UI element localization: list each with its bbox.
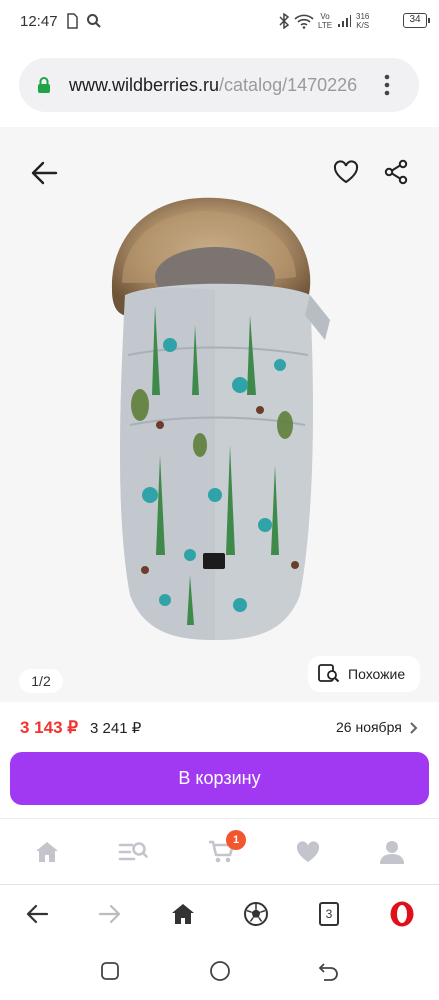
url-path: /catalog/1470226 — [219, 75, 358, 95]
tabs-count: 3 — [319, 902, 339, 926]
heart-icon — [296, 841, 320, 862]
nav-catalog[interactable] — [115, 835, 151, 869]
add-to-cart-button[interactable]: В корзину — [10, 752, 429, 805]
arrow-forward-icon — [98, 904, 121, 924]
nav-profile[interactable] — [374, 835, 410, 869]
sim-card-icon — [67, 13, 78, 29]
share-icon — [384, 159, 408, 185]
network-label-bottom: LTE — [318, 21, 333, 30]
speed-unit: K/S — [356, 21, 370, 30]
product-image[interactable] — [100, 195, 340, 645]
similar-label: Похожие — [348, 666, 406, 682]
football-icon — [244, 902, 268, 926]
browser-home-button[interactable] — [166, 898, 200, 930]
similar-button[interactable]: Похожие — [308, 656, 420, 692]
home-icon — [36, 842, 58, 862]
address-bar[interactable]: www.wildberries.ru/catalog/1470226 — [19, 58, 419, 112]
recent-apps-icon — [101, 962, 119, 980]
more-vert-icon[interactable] — [383, 73, 391, 97]
recent-apps-button[interactable] — [98, 959, 122, 983]
browser-forward-button[interactable] — [93, 898, 127, 930]
nav-favorites[interactable] — [290, 835, 326, 869]
home-button[interactable] — [208, 959, 232, 983]
arrow-back-icon — [31, 161, 58, 185]
catalog-search-icon — [118, 842, 148, 861]
nav-home[interactable] — [29, 835, 65, 869]
status-time: 12:47 — [20, 13, 58, 30]
url-text[interactable]: www.wildberries.ru/catalog/1470226 — [69, 75, 387, 96]
heart-outline-icon — [333, 160, 359, 184]
system-nav-bar — [0, 942, 439, 1000]
arrow-back-icon — [26, 904, 49, 924]
bluetooth-icon — [279, 13, 290, 29]
data-speed: 316 K/S — [356, 12, 369, 30]
back-button[interactable] — [24, 153, 64, 193]
similar-search-icon — [318, 664, 340, 683]
search-icon — [87, 14, 101, 28]
battery-icon: 34 — [403, 13, 430, 28]
old-price: 3 241 ₽ — [90, 720, 142, 737]
browser-toolbar: 3 — [0, 884, 439, 942]
profile-icon — [380, 841, 404, 864]
opera-logo-icon — [390, 901, 414, 927]
system-back-button[interactable] — [317, 959, 341, 983]
wifi-icon — [294, 14, 314, 29]
home-icon — [172, 904, 194, 924]
chevron-right-icon[interactable] — [408, 721, 418, 735]
network-type: Vo LTE — [318, 12, 332, 30]
url-domain: www.wildberries.ru — [69, 75, 220, 95]
price-panel: 3 143 ₽ 3 241 ₽ 26 ноября В корзину — [0, 702, 439, 818]
home-circle-icon — [210, 961, 230, 981]
network-label-top: Vo — [320, 12, 330, 21]
app-bottom-nav — [0, 818, 439, 884]
delivery-date[interactable]: 26 ноября — [336, 719, 402, 735]
system-back-icon — [318, 963, 338, 981]
signal-icon — [338, 15, 351, 27]
image-counter: 1/2 — [19, 669, 63, 693]
share-button[interactable] — [376, 152, 416, 192]
browser-tabs-button[interactable]: 3 — [312, 898, 346, 930]
browser-football-button[interactable] — [239, 898, 273, 930]
opera-menu-button[interactable] — [385, 898, 419, 930]
speed-value: 316 — [356, 12, 370, 21]
browser-back-button[interactable] — [20, 898, 54, 930]
status-bar: 12:47 Vo LTE 316 K/S 34 — [0, 0, 439, 44]
current-price: 3 143 ₽ — [20, 718, 79, 737]
lock-icon[interactable] — [37, 76, 51, 94]
cart-badge: 1 — [226, 830, 246, 850]
favorite-button[interactable] — [326, 152, 366, 192]
